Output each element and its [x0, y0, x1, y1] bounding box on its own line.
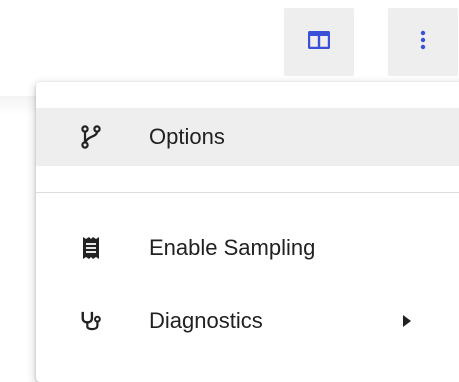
more-vertical-icon	[420, 30, 426, 55]
menu-divider	[36, 192, 459, 193]
view-columns-icon	[307, 30, 331, 54]
dropdown-menu: Options Enable Sampling Diagnostics	[36, 82, 459, 382]
menu-item-label: Enable Sampling	[149, 235, 316, 260]
menu-item-label: Diagnostics	[149, 308, 263, 333]
columns-button[interactable]	[284, 8, 354, 76]
stethoscope-icon	[80, 309, 102, 333]
menu-item-enable-sampling[interactable]: Enable Sampling	[36, 219, 459, 277]
more-options-button[interactable]	[388, 8, 458, 76]
menu-item-options[interactable]: Options	[36, 108, 459, 166]
fork-icon	[80, 125, 102, 149]
menu-item-diagnostics[interactable]: Diagnostics	[36, 292, 459, 350]
receipt-icon	[80, 236, 102, 260]
submenu-arrow-icon	[403, 315, 411, 327]
menu-item-label: Options	[149, 124, 225, 149]
